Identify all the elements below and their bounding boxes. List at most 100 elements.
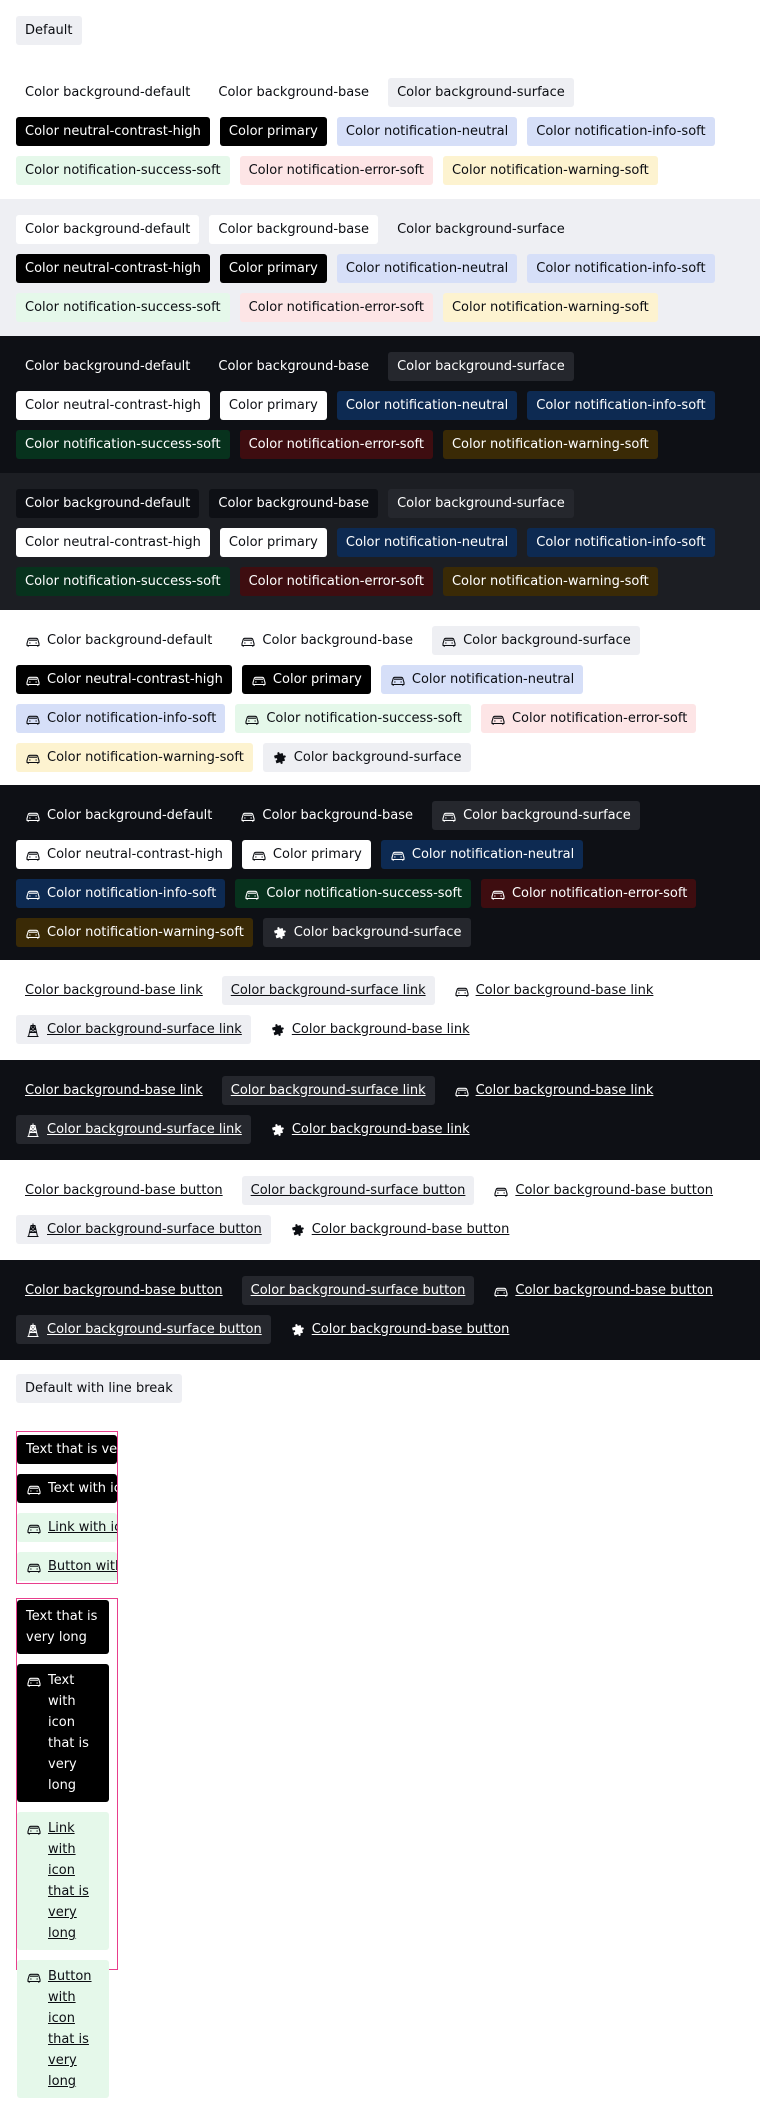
car-icon	[251, 847, 267, 863]
narrow-container-wrapped: Text that is very long Text with icon th…	[16, 1598, 118, 2098]
tag-notification-info: Color notification-info-soft	[16, 704, 226, 733]
tag-primary: Color primary	[219, 117, 327, 146]
tag-notification-warning: Color notification-warning-soft	[442, 156, 658, 185]
link-long-icon[interactable]: Link with icon that is very long	[17, 1513, 117, 1542]
tag-neutral-contrast: Color neutral-contrast-high	[16, 391, 210, 420]
car-icon	[25, 672, 41, 688]
button-bg-surface-tower[interactable]: Color background-surface button	[16, 1215, 271, 1244]
tag-label: Color background-base	[262, 807, 414, 823]
tag-label: Color background-surface	[293, 749, 462, 765]
link-label: Color background-surface link	[47, 1121, 242, 1137]
button-bg-base-car[interactable]: Color background-base button	[484, 1176, 723, 1205]
button-bg-surface[interactable]: Color background-surface button	[241, 1176, 475, 1205]
tag-notification-info: Color notification-info-soft	[527, 391, 715, 420]
tag-neutral-contrast: Color neutral-contrast-high	[16, 528, 210, 557]
tag-neutral-contrast: Color neutral-contrast-high	[16, 254, 210, 283]
tag-bg-surface: Color background-surface	[432, 626, 640, 655]
default-tag: Default	[16, 16, 82, 45]
tower-icon	[25, 1122, 41, 1138]
button-bg-base[interactable]: Color background-base button	[16, 1176, 232, 1205]
tag-bg-surface-puzzle: Color background-surface	[262, 918, 471, 947]
car-icon	[26, 1520, 42, 1536]
link-bg-base-puzzle[interactable]: Color background-base link	[260, 1015, 479, 1044]
tag-notification-neutral: Color notification-neutral	[380, 840, 584, 869]
tag-neutral-contrast: Color neutral-contrast-high	[16, 665, 232, 694]
section-dark-surface: Color background-default Color backgroun…	[0, 473, 760, 610]
link-bg-base-car[interactable]: Color background-base link	[444, 1076, 663, 1105]
car-icon	[25, 750, 41, 766]
car-icon	[244, 886, 260, 902]
tag-label: Color background-default	[47, 632, 213, 648]
link-bg-base-car[interactable]: Color background-base link	[444, 976, 663, 1005]
car-icon	[441, 808, 457, 824]
tag-label: Color notification-error-soft	[511, 710, 688, 726]
car-icon	[490, 711, 506, 727]
tag-label: Color neutral-contrast-high	[47, 846, 223, 862]
link-bg-surface[interactable]: Color background-surface link	[221, 976, 435, 1005]
tag-bg-surface: Color background-surface	[388, 78, 574, 107]
tag-notification-info: Color notification-info-soft	[16, 879, 226, 908]
narrow-container-clipped: Text that is very long Text with icon th…	[16, 1431, 118, 1584]
tag-notification-warning: Color notification-warning-soft	[16, 918, 253, 947]
tag-bg-surface: Color background-surface	[388, 215, 574, 244]
tag-label: Text with icon that is very long	[48, 1480, 117, 1496]
tag-bg-default: Color background-default	[16, 626, 222, 655]
tag-long-text: Text that is very long	[17, 1600, 109, 1654]
tag-notification-neutral: Color notification-neutral	[336, 254, 518, 283]
link-bg-base[interactable]: Color background-base link	[16, 1076, 212, 1105]
tag-label: Color background-surface	[463, 632, 631, 648]
link-bg-surface[interactable]: Color background-surface link	[221, 1076, 435, 1105]
tag-primary: Color primary	[241, 665, 371, 694]
tag-label: Text with icon that is very long	[48, 1673, 89, 1793]
section-light-links: Color background-base link Color backgro…	[0, 960, 760, 1060]
tag-primary: Color primary	[219, 254, 327, 283]
button-label: Color background-base button	[311, 1221, 510, 1237]
tag-notification-warning: Color notification-warning-soft	[16, 743, 253, 772]
tag-label: Color neutral-contrast-high	[47, 671, 223, 687]
link-bg-base[interactable]: Color background-base link	[16, 976, 212, 1005]
link-bg-surface-tower[interactable]: Color background-surface link	[16, 1015, 251, 1044]
link-long-icon[interactable]: Link with icon that is very long	[17, 1812, 109, 1950]
button-label: Color background-base button	[311, 1321, 510, 1337]
car-icon	[454, 983, 470, 999]
tag-label: Color notification-error-soft	[511, 885, 688, 901]
button-label: Color background-base button	[515, 1282, 714, 1298]
button-bg-surface-tower[interactable]: Color background-surface button	[16, 1315, 271, 1344]
tag-bg-surface-puzzle: Color background-surface	[262, 743, 471, 772]
tag-notification-neutral: Color notification-neutral	[336, 528, 518, 557]
link-bg-surface-tower[interactable]: Color background-surface link	[16, 1115, 251, 1144]
button-label: Button with icon that is very long	[48, 1558, 117, 1574]
tag-notification-error: Color notification-error-soft	[480, 704, 697, 733]
car-icon	[441, 633, 457, 649]
link-bg-base-puzzle[interactable]: Color background-base link	[260, 1115, 479, 1144]
tower-icon	[25, 1022, 41, 1038]
link-label: Link with icon that is very long	[48, 1821, 89, 1941]
tag-bg-base: Color background-base	[209, 78, 379, 107]
tag-notification-error: Color notification-error-soft	[239, 430, 433, 459]
tag-notification-success: Color notification-success-soft	[16, 567, 230, 596]
tower-icon	[25, 1322, 41, 1338]
button-bg-base[interactable]: Color background-base button	[16, 1276, 232, 1305]
button-bg-base-puzzle[interactable]: Color background-base button	[280, 1315, 519, 1344]
tag-label: Color background-surface	[293, 924, 462, 940]
car-icon	[26, 1481, 42, 1497]
car-icon	[25, 808, 41, 824]
tag-label: Color notification-warning-soft	[47, 924, 244, 940]
button-label: Color background-surface button	[47, 1321, 262, 1337]
button-bg-base-car[interactable]: Color background-base button	[484, 1276, 723, 1305]
tag-label: Color notification-info-soft	[47, 710, 217, 726]
tag-bg-default: Color background-default	[16, 215, 200, 244]
button-long-icon[interactable]: Button with icon that is very long	[17, 1960, 109, 2098]
tag-label: Color notification-info-soft	[47, 885, 217, 901]
tag-notification-warning: Color notification-warning-soft	[442, 567, 658, 596]
tag-label: Color background-base	[262, 632, 414, 648]
button-long-icon[interactable]: Button with icon that is very long	[17, 1552, 117, 1581]
button-bg-base-puzzle[interactable]: Color background-base button	[280, 1215, 519, 1244]
tag-notification-success: Color notification-success-soft	[16, 430, 230, 459]
section-dark-icons: Color background-default Color backgroun…	[0, 785, 760, 960]
car-icon	[244, 711, 260, 727]
button-label: Color background-base button	[515, 1182, 714, 1198]
tag-long-text: Text that is very long	[17, 1435, 117, 1464]
button-bg-surface[interactable]: Color background-surface button	[241, 1276, 475, 1305]
tag-notification-info: Color notification-info-soft	[527, 254, 715, 283]
